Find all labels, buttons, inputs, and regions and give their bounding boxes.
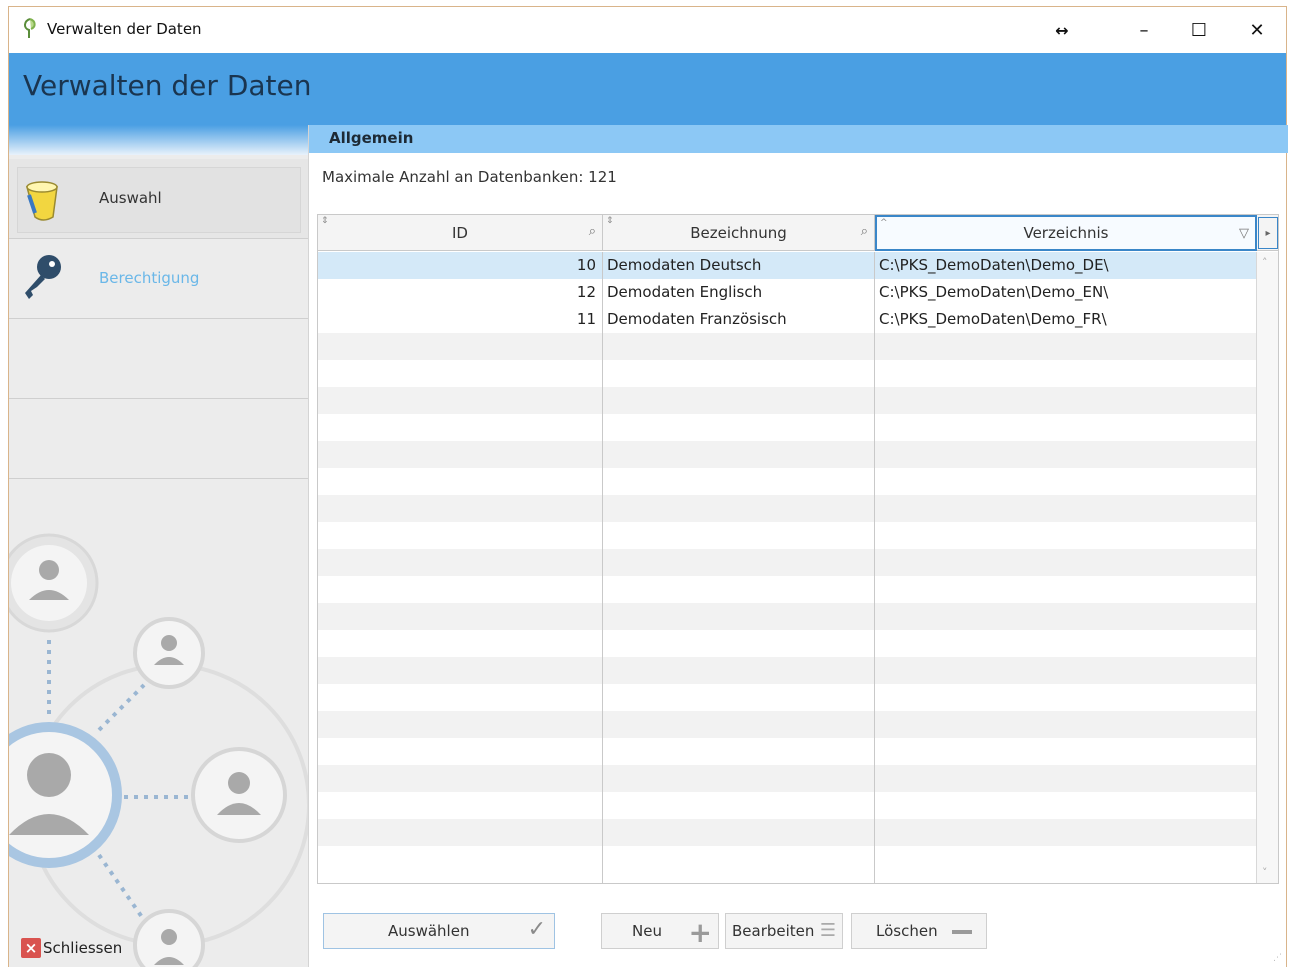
auswaehlen-button[interactable]: Auswählen ✓	[323, 913, 555, 949]
app-leaf-icon	[24, 18, 36, 38]
empty-row	[318, 819, 1256, 846]
cell-id: 11	[576, 310, 596, 328]
sidebar-empty-slot	[9, 399, 308, 479]
column-search-icon[interactable]: ⌕	[589, 224, 596, 239]
empty-row	[318, 792, 1256, 819]
loeschen-button[interactable]: Löschen	[851, 913, 987, 949]
resize-button[interactable]: ↔	[1039, 13, 1085, 47]
app-window: Verwalten der Daten ↔ – ☐ ✕ Verwalten de…	[8, 6, 1288, 967]
empty-row	[318, 522, 1256, 549]
section-title: Allgemein	[329, 129, 414, 147]
sort-indicator-icon: ⇕	[321, 216, 329, 226]
cell-id: 10	[576, 256, 596, 274]
title-bar: Verwalten der Daten ↔ – ☐ ✕	[9, 7, 1286, 53]
empty-row	[318, 387, 1256, 414]
sort-ascending-icon: ^	[880, 218, 888, 228]
column-divider	[602, 252, 603, 883]
close-x-icon: ×	[21, 938, 41, 958]
max-databases-text: Maximale Anzahl an Datenbanken: 121	[322, 168, 617, 186]
sidebar-item-auswahl[interactable]: Auswahl	[9, 159, 308, 239]
button-label: Neu	[632, 922, 662, 940]
bucket-icon	[26, 181, 58, 221]
minus-icon	[952, 930, 972, 934]
grid-header: ⇕ ID ⌕ ⇕ Bezeichnung ⌕ ^ Verzeichnis ▽ ▸	[318, 215, 1278, 251]
vertical-scrollbar[interactable]: ˄ ˅	[1256, 252, 1278, 883]
page-title: Verwalten der Daten	[23, 69, 312, 102]
empty-row	[318, 495, 1256, 522]
close-window-button[interactable]: ✕	[1234, 13, 1280, 47]
column-header-label: Bezeichnung	[690, 224, 787, 242]
button-label: Löschen	[876, 922, 938, 940]
empty-row	[318, 360, 1256, 387]
sidebar-item-berechtigung[interactable]: Berechtigung	[9, 239, 308, 319]
cell-verzeichnis: C:\PKS_DemoDaten\Demo_FR\	[879, 310, 1107, 328]
sort-indicator-icon: ⇕	[606, 216, 614, 226]
cell-verzeichnis: C:\PKS_DemoDaten\Demo_EN\	[879, 283, 1109, 301]
empty-row	[318, 576, 1256, 603]
column-search-icon[interactable]: ⌕	[861, 224, 868, 239]
section-header: Allgemein	[309, 125, 1288, 153]
empty-row	[318, 414, 1256, 441]
cell-bezeichnung: Demodaten Englisch	[607, 283, 763, 301]
people-network-illustration	[9, 533, 308, 967]
column-scroll-right-button[interactable]: ▸	[1258, 217, 1278, 249]
bearbeiten-button[interactable]: Bearbeiten ☰	[725, 913, 843, 949]
sidebar-item-label: Auswahl	[99, 189, 162, 207]
list-edit-icon: ☰	[819, 920, 836, 941]
empty-row	[318, 711, 1256, 738]
column-divider	[874, 252, 875, 883]
cell-verzeichnis: C:\PKS_DemoDaten\Demo_DE\	[879, 256, 1109, 274]
checkmark-icon: ✓	[527, 917, 546, 942]
column-header-label: ID	[452, 224, 468, 242]
cell-id: 12	[576, 283, 596, 301]
cell-bezeichnung: Demodaten Französisch	[607, 310, 787, 328]
grid-rows: 10 Demodaten Deutsch C:\PKS_DemoDaten\Demo…	[318, 252, 1256, 883]
sidebar-header-gradient	[9, 125, 308, 155]
page-header: Verwalten der Daten	[9, 53, 1286, 125]
schliessen-button[interactable]: × Schliessen	[21, 938, 122, 958]
cell-bezeichnung: Demodaten Deutsch	[607, 256, 762, 274]
empty-row	[318, 549, 1256, 576]
maximize-button[interactable]: ☐	[1176, 13, 1222, 47]
table-row[interactable]: 12 Demodaten Englisch C:\PKS_DemoDaten\Dem…	[318, 279, 1256, 306]
scroll-up-icon[interactable]: ˄	[1262, 256, 1268, 269]
minimize-button[interactable]: –	[1121, 13, 1167, 47]
table-row[interactable]: 11 Demodaten Französisch C:\PKS_DemoDaten\…	[318, 306, 1256, 333]
empty-row	[318, 684, 1256, 711]
empty-row	[318, 765, 1256, 792]
column-filter-icon[interactable]: ▽	[1239, 226, 1249, 241]
column-header-label: Verzeichnis	[1023, 224, 1109, 242]
empty-row	[318, 630, 1256, 657]
neu-button[interactable]: Neu +	[601, 913, 719, 949]
empty-row	[318, 468, 1256, 495]
table-row[interactable]: 10 Demodaten Deutsch C:\PKS_DemoDaten\Demo…	[318, 252, 1256, 279]
button-label: Bearbeiten	[732, 922, 815, 940]
sidebar-empty-slot	[9, 319, 308, 399]
empty-row	[318, 441, 1256, 468]
column-header-bezeichnung[interactable]: ⇕ Bezeichnung ⌕	[603, 215, 875, 251]
database-grid: ⇕ ID ⌕ ⇕ Bezeichnung ⌕ ^ Verzeichnis ▽ ▸…	[317, 214, 1279, 884]
window-title: Verwalten der Daten	[47, 20, 202, 38]
sidebar: Auswahl Berechtigung × Schliessen	[9, 125, 309, 967]
empty-row	[318, 603, 1256, 630]
empty-row	[318, 657, 1256, 684]
plus-icon: +	[688, 916, 712, 949]
empty-row	[318, 738, 1256, 765]
button-label: Auswählen	[388, 922, 470, 940]
scroll-down-icon[interactable]: ˅	[1262, 866, 1268, 879]
column-header-verzeichnis[interactable]: ^ Verzeichnis ▽	[875, 215, 1257, 251]
sidebar-item-label: Berechtigung	[99, 269, 200, 287]
schliessen-label: Schliessen	[43, 939, 123, 957]
resize-grip-icon[interactable]: ⋰	[1273, 953, 1282, 963]
empty-row	[318, 333, 1256, 360]
empty-row	[318, 846, 1256, 873]
key-icon	[25, 255, 61, 299]
column-header-id[interactable]: ⇕ ID ⌕	[318, 215, 603, 251]
